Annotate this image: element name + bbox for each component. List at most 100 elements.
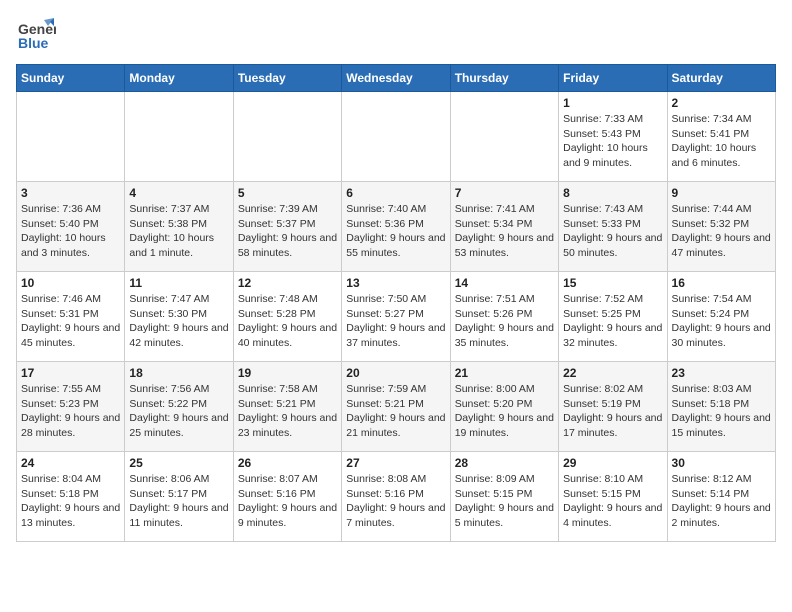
day-info: Sunrise: 8:09 AM Sunset: 5:15 PM Dayligh… (455, 472, 554, 531)
calendar-week-4: 17 Sunrise: 7:55 AM Sunset: 5:23 PM Dayli… (17, 362, 776, 452)
calendar-cell: 2 Sunrise: 7:34 AM Sunset: 5:41 PM Daylig… (667, 92, 775, 182)
calendar-week-2: 3 Sunrise: 7:36 AM Sunset: 5:40 PM Daylig… (17, 182, 776, 272)
logo-icon: General Blue (16, 16, 56, 56)
calendar-cell: 21 Sunrise: 8:00 AM Sunset: 5:20 PM Dayli… (450, 362, 558, 452)
calendar-cell: 5 Sunrise: 7:39 AM Sunset: 5:37 PM Daylig… (233, 182, 341, 272)
day-info: Sunrise: 7:55 AM Sunset: 5:23 PM Dayligh… (21, 382, 120, 441)
day-number: 2 (672, 96, 771, 110)
day-info: Sunrise: 7:37 AM Sunset: 5:38 PM Dayligh… (129, 202, 228, 261)
day-number: 1 (563, 96, 662, 110)
calendar-cell: 20 Sunrise: 7:59 AM Sunset: 5:21 PM Dayli… (342, 362, 450, 452)
calendar-cell (342, 92, 450, 182)
day-info: Sunrise: 7:56 AM Sunset: 5:22 PM Dayligh… (129, 382, 228, 441)
day-info: Sunrise: 7:47 AM Sunset: 5:30 PM Dayligh… (129, 292, 228, 351)
calendar-cell: 1Sunrise: 7:33 AM Sunset: 5:43 PM Daylig… (559, 92, 667, 182)
day-number: 5 (238, 186, 337, 200)
day-number: 21 (455, 366, 554, 380)
calendar-cell: 12 Sunrise: 7:48 AM Sunset: 5:28 PM Dayli… (233, 272, 341, 362)
day-info: Sunrise: 7:34 AM Sunset: 5:41 PM Dayligh… (672, 112, 771, 171)
day-info: Sunrise: 7:43 AM Sunset: 5:33 PM Dayligh… (563, 202, 662, 261)
day-number: 12 (238, 276, 337, 290)
day-info: Sunrise: 8:07 AM Sunset: 5:16 PM Dayligh… (238, 472, 337, 531)
weekday-header-sunday: Sunday (17, 65, 125, 92)
day-info: Sunrise: 7:54 AM Sunset: 5:24 PM Dayligh… (672, 292, 771, 351)
day-number: 10 (21, 276, 120, 290)
calendar-cell: 13 Sunrise: 7:50 AM Sunset: 5:27 PM Dayli… (342, 272, 450, 362)
day-info: Sunrise: 8:08 AM Sunset: 5:16 PM Dayligh… (346, 472, 445, 531)
day-number: 13 (346, 276, 445, 290)
calendar-cell: 15 Sunrise: 7:52 AM Sunset: 5:25 PM Dayli… (559, 272, 667, 362)
calendar-cell: 16 Sunrise: 7:54 AM Sunset: 5:24 PM Dayli… (667, 272, 775, 362)
day-info: Sunrise: 7:41 AM Sunset: 5:34 PM Dayligh… (455, 202, 554, 261)
calendar-cell: 29Sunrise: 8:10 AM Sunset: 5:15 PM Dayli… (559, 452, 667, 542)
day-info: Sunrise: 7:52 AM Sunset: 5:25 PM Dayligh… (563, 292, 662, 351)
calendar-cell: 18 Sunrise: 7:56 AM Sunset: 5:22 PM Dayli… (125, 362, 233, 452)
calendar-cell: 6 Sunrise: 7:40 AM Sunset: 5:36 PM Daylig… (342, 182, 450, 272)
weekday-header-monday: Monday (125, 65, 233, 92)
day-number: 23 (672, 366, 771, 380)
calendar-cell: 30Sunrise: 8:12 AM Sunset: 5:14 PM Dayli… (667, 452, 775, 542)
day-number: 7 (455, 186, 554, 200)
day-info: Sunrise: 8:04 AM Sunset: 5:18 PM Dayligh… (21, 472, 120, 531)
weekday-header-friday: Friday (559, 65, 667, 92)
weekday-header-saturday: Saturday (667, 65, 775, 92)
calendar-cell: 11Sunrise: 7:47 AM Sunset: 5:30 PM Dayli… (125, 272, 233, 362)
day-number: 4 (129, 186, 228, 200)
day-number: 19 (238, 366, 337, 380)
calendar-week-1: 1Sunrise: 7:33 AM Sunset: 5:43 PM Daylig… (17, 92, 776, 182)
calendar-cell: 9Sunrise: 7:44 AM Sunset: 5:32 PM Daylig… (667, 182, 775, 272)
calendar-cell: 4 Sunrise: 7:37 AM Sunset: 5:38 PM Daylig… (125, 182, 233, 272)
weekday-header-thursday: Thursday (450, 65, 558, 92)
day-number: 15 (563, 276, 662, 290)
day-number: 18 (129, 366, 228, 380)
calendar-cell: 22 Sunrise: 8:02 AM Sunset: 5:19 PM Dayli… (559, 362, 667, 452)
weekday-header-row: SundayMondayTuesdayWednesdayThursdayFrid… (17, 65, 776, 92)
calendar-cell: 3 Sunrise: 7:36 AM Sunset: 5:40 PM Daylig… (17, 182, 125, 272)
day-number: 3 (21, 186, 120, 200)
calendar-cell (233, 92, 341, 182)
day-number: 17 (21, 366, 120, 380)
day-number: 29 (563, 456, 662, 470)
day-info: Sunrise: 7:36 AM Sunset: 5:40 PM Dayligh… (21, 202, 120, 261)
logo: General Blue (16, 16, 56, 56)
calendar-cell: 27Sunrise: 8:08 AM Sunset: 5:16 PM Dayli… (342, 452, 450, 542)
day-info: Sunrise: 7:58 AM Sunset: 5:21 PM Dayligh… (238, 382, 337, 441)
day-info: Sunrise: 7:59 AM Sunset: 5:21 PM Dayligh… (346, 382, 445, 441)
calendar-cell: 8 Sunrise: 7:43 AM Sunset: 5:33 PM Daylig… (559, 182, 667, 272)
day-number: 6 (346, 186, 445, 200)
calendar-cell: 25Sunrise: 8:06 AM Sunset: 5:17 PM Dayli… (125, 452, 233, 542)
calendar-table: SundayMondayTuesdayWednesdayThursdayFrid… (16, 64, 776, 542)
calendar-cell (125, 92, 233, 182)
day-number: 22 (563, 366, 662, 380)
day-number: 20 (346, 366, 445, 380)
calendar-cell: 7 Sunrise: 7:41 AM Sunset: 5:34 PM Daylig… (450, 182, 558, 272)
day-info: Sunrise: 8:00 AM Sunset: 5:20 PM Dayligh… (455, 382, 554, 441)
calendar-cell: 23Sunrise: 8:03 AM Sunset: 5:18 PM Dayli… (667, 362, 775, 452)
day-info: Sunrise: 7:48 AM Sunset: 5:28 PM Dayligh… (238, 292, 337, 351)
weekday-header-wednesday: Wednesday (342, 65, 450, 92)
day-number: 28 (455, 456, 554, 470)
day-number: 8 (563, 186, 662, 200)
calendar-body: 1Sunrise: 7:33 AM Sunset: 5:43 PM Daylig… (17, 92, 776, 542)
day-info: Sunrise: 7:40 AM Sunset: 5:36 PM Dayligh… (346, 202, 445, 261)
calendar-cell: 14Sunrise: 7:51 AM Sunset: 5:26 PM Dayli… (450, 272, 558, 362)
day-info: Sunrise: 8:02 AM Sunset: 5:19 PM Dayligh… (563, 382, 662, 441)
day-number: 14 (455, 276, 554, 290)
weekday-header-tuesday: Tuesday (233, 65, 341, 92)
calendar-week-3: 10 Sunrise: 7:46 AM Sunset: 5:31 PM Dayli… (17, 272, 776, 362)
day-info: Sunrise: 7:39 AM Sunset: 5:37 PM Dayligh… (238, 202, 337, 261)
calendar-cell: 26Sunrise: 8:07 AM Sunset: 5:16 PM Dayli… (233, 452, 341, 542)
day-number: 24 (21, 456, 120, 470)
calendar-cell (17, 92, 125, 182)
calendar-cell (450, 92, 558, 182)
day-info: Sunrise: 8:06 AM Sunset: 5:17 PM Dayligh… (129, 472, 228, 531)
page-header: General Blue (16, 16, 776, 56)
day-number: 16 (672, 276, 771, 290)
calendar-cell: 17 Sunrise: 7:55 AM Sunset: 5:23 PM Dayli… (17, 362, 125, 452)
day-info: Sunrise: 7:46 AM Sunset: 5:31 PM Dayligh… (21, 292, 120, 351)
svg-text:Blue: Blue (18, 35, 49, 51)
day-info: Sunrise: 7:50 AM Sunset: 5:27 PM Dayligh… (346, 292, 445, 351)
calendar-cell: 24 Sunrise: 8:04 AM Sunset: 5:18 PM Dayli… (17, 452, 125, 542)
calendar-cell: 19 Sunrise: 7:58 AM Sunset: 5:21 PM Dayli… (233, 362, 341, 452)
calendar-cell: 28 Sunrise: 8:09 AM Sunset: 5:15 PM Dayli… (450, 452, 558, 542)
